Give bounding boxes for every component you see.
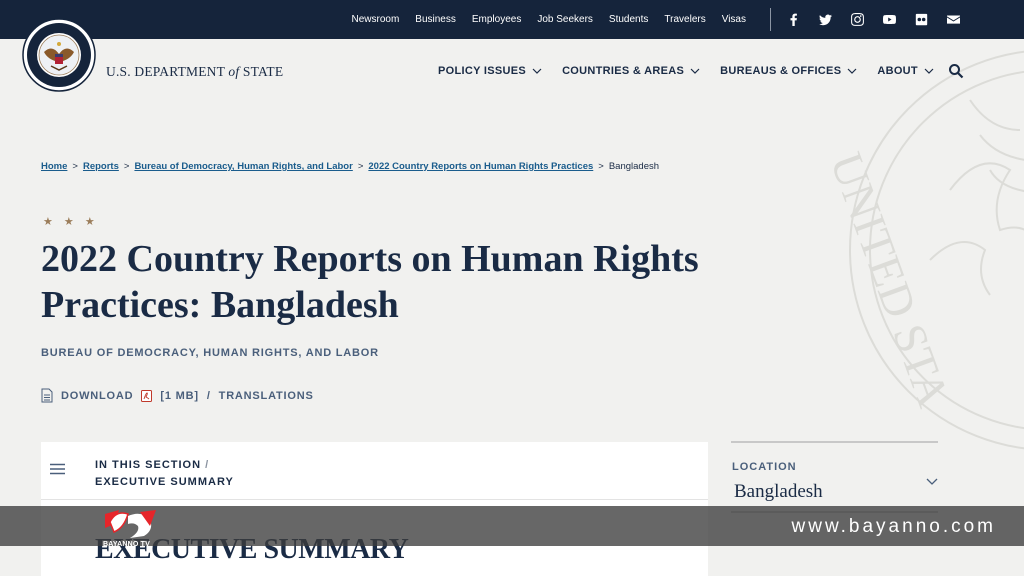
seal-watermark: UNITED STA: [821, 50, 1024, 450]
utility-link-employees[interactable]: Employees: [472, 14, 521, 25]
chevron-down-icon: [532, 68, 542, 74]
section-nav-label: IN THIS SECTION / EXECUTIVE SUMMARY: [95, 457, 234, 491]
nav-countries-areas[interactable]: COUNTRIES & AREAS: [562, 65, 700, 77]
brand-suffix: STATE: [242, 64, 284, 79]
breadcrumb-separator: >: [598, 161, 604, 172]
breadcrumb-reports[interactable]: Reports: [83, 161, 119, 172]
page-title-line-2: Practices: Bangladesh: [41, 284, 399, 326]
search-icon[interactable]: [948, 63, 964, 79]
breadcrumb-home[interactable]: Home: [41, 161, 67, 172]
breadcrumb-country-reports[interactable]: 2022 Country Reports on Human Rights Pra…: [368, 161, 593, 172]
decorative-stars: ★ ★ ★: [43, 216, 99, 228]
location-label: LOCATION: [732, 461, 797, 473]
utility-link-students[interactable]: Students: [609, 14, 648, 25]
bureau-link[interactable]: BUREAU OF DEMOCRACY, HUMAN RIGHTS, AND L…: [41, 347, 379, 359]
chevron-down-icon[interactable]: [926, 476, 938, 486]
current-section-label: EXECUTIVE SUMMARY: [95, 476, 234, 488]
utility-link-job-seekers[interactable]: Job Seekers: [537, 14, 593, 25]
download-size: [1 MB]: [160, 389, 199, 402]
instagram-icon[interactable]: [850, 13, 864, 27]
breadcrumb-separator: >: [357, 161, 364, 172]
location-value: Bangladesh: [734, 481, 823, 502]
brand-name[interactable]: U.S. DEPARTMENT of STATE: [106, 64, 283, 80]
nav-label: ABOUT: [877, 65, 918, 77]
social-links: [786, 0, 960, 39]
department-seal-logo[interactable]: [22, 18, 96, 92]
chevron-down-icon: [847, 68, 857, 74]
breadcrumb-bureau[interactable]: Bureau of Democracy, Human Rights, and L…: [134, 161, 352, 172]
breadcrumb-separator: >: [72, 161, 78, 172]
breadcrumb: Home > Reports > Bureau of Democracy, Hu…: [41, 161, 659, 172]
nav-bureaus-offices[interactable]: BUREAUS & OFFICES: [720, 65, 857, 77]
email-icon[interactable]: [946, 13, 960, 27]
chevron-down-icon: [690, 68, 700, 74]
youtube-icon[interactable]: [882, 13, 896, 27]
section-nav-header[interactable]: IN THIS SECTION / EXECUTIVE SUMMARY: [41, 442, 708, 500]
utility-divider: [770, 8, 771, 31]
facebook-icon[interactable]: [786, 13, 800, 27]
channel-logo-text: BAYANNO TV: [103, 541, 150, 548]
page-title: 2022 Country Reports on Human Rights Pra…: [41, 236, 741, 328]
brand-of: of: [228, 64, 240, 79]
utility-links: Newsroom Business Employees Job Seekers …: [351, 0, 746, 39]
section-nav-separator: /: [205, 459, 210, 471]
banner-site-url: www.bayanno.com: [791, 516, 996, 537]
page-title-line-1: 2022 Country Reports on Human Rights: [41, 238, 699, 280]
utility-link-newsroom[interactable]: Newsroom: [351, 14, 399, 25]
nav-label: COUNTRIES & AREAS: [562, 65, 685, 77]
svg-text:UNITED STA: UNITED STA: [821, 146, 960, 413]
flickr-icon[interactable]: [914, 13, 928, 27]
hamburger-menu-icon[interactable]: [50, 463, 65, 475]
twitter-icon[interactable]: [818, 13, 832, 27]
breadcrumb-separator: >: [123, 161, 130, 172]
download-separator: /: [206, 389, 211, 402]
utility-link-visas[interactable]: Visas: [722, 14, 746, 25]
utility-link-business[interactable]: Business: [415, 14, 456, 25]
location-selector[interactable]: LOCATION Bangladesh: [731, 441, 938, 513]
in-this-section-label: IN THIS SECTION: [95, 459, 202, 471]
translations-link[interactable]: TRANSLATIONS: [219, 390, 314, 402]
breadcrumb-current: Bangladesh: [608, 161, 660, 172]
main-navigation: POLICY ISSUES COUNTRIES & AREAS BUREAUS …: [438, 65, 934, 77]
download-row: DOWNLOAD [1 MB] / TRANSLATIONS: [41, 388, 314, 403]
brand-prefix: U.S. DEPARTMENT: [106, 64, 225, 79]
nav-policy-issues[interactable]: POLICY ISSUES: [438, 65, 542, 77]
chevron-down-icon: [924, 68, 934, 74]
pdf-icon: [141, 389, 153, 402]
utility-bar: Newsroom Business Employees Job Seekers …: [0, 0, 1024, 39]
nav-label: BUREAUS & OFFICES: [720, 65, 842, 77]
nav-label: POLICY ISSUES: [438, 65, 527, 77]
document-icon: [41, 388, 53, 403]
download-link[interactable]: DOWNLOAD: [61, 390, 133, 402]
utility-link-travelers[interactable]: Travelers: [664, 14, 705, 25]
nav-about[interactable]: ABOUT: [877, 65, 934, 77]
